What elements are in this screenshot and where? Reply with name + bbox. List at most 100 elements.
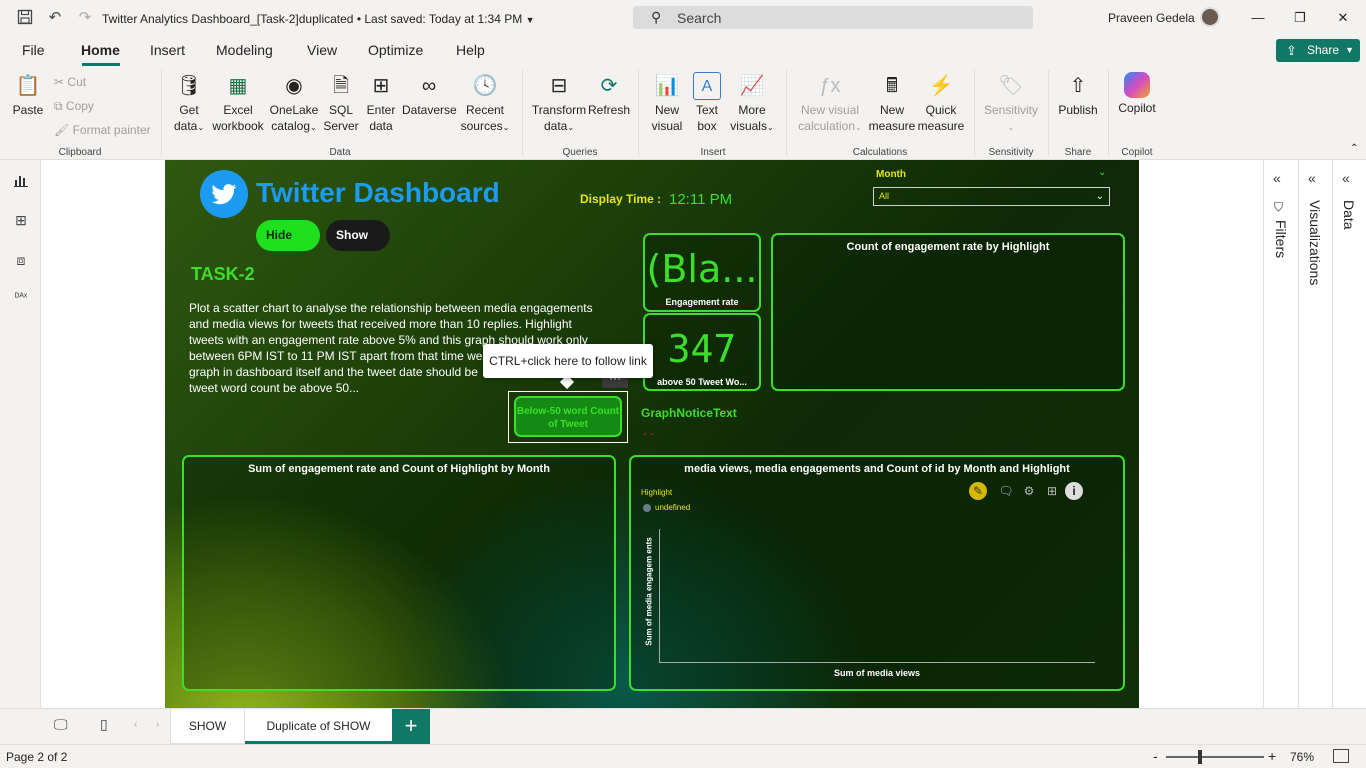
pencil-icon[interactable]: ✎ xyxy=(969,482,987,500)
zoom-slider-handle[interactable] xyxy=(1198,750,1202,764)
new-visual-button[interactable]: 📊 New visual xyxy=(646,72,688,134)
hide-button[interactable]: Hide xyxy=(256,220,320,251)
dax-query-view-icon[interactable]: ᴰᴬˣ xyxy=(12,292,30,310)
copy-button[interactable]: ⧉ Copy xyxy=(54,99,94,114)
status-bar: Page 2 of 2 - + 76% xyxy=(0,744,1366,768)
tab-help[interactable]: Help xyxy=(456,42,485,58)
user-name[interactable]: Praveen Gedela xyxy=(1108,11,1195,25)
previous-page-icon[interactable]: ‹ xyxy=(134,719,137,730)
new-visual-label-2: visual xyxy=(651,119,683,133)
new-measure-button[interactable]: 🖩 New measure xyxy=(868,72,916,134)
expand-visualizations-icon[interactable]: « xyxy=(1308,170,1316,186)
below-50-word-count-button[interactable]: Below-50 word Count of Tweet xyxy=(514,396,622,437)
transform-label-1: Transform xyxy=(531,103,587,117)
recent-sources-button[interactable]: 🕓 Recent sources⌄ xyxy=(458,72,512,136)
legend-item[interactable]: undefined xyxy=(655,503,690,512)
minimize-icon[interactable]: — xyxy=(1248,8,1268,28)
mobile-layout-icon[interactable]: ▯ xyxy=(100,716,108,733)
gear-icon[interactable]: ⚙ xyxy=(1020,482,1038,500)
data-pane[interactable]: « Data xyxy=(1332,160,1366,708)
close-icon[interactable]: ✕ xyxy=(1333,8,1353,28)
new-visual-calc-label-1: New visual xyxy=(800,103,860,117)
zoom-slider[interactable] xyxy=(1166,756,1264,758)
scatter-chart[interactable]: media views, media engagements and Count… xyxy=(629,455,1125,691)
show-button[interactable]: Show xyxy=(326,220,390,251)
quick-measure-button[interactable]: ⚡ Quick measure xyxy=(916,72,966,134)
visualizations-pane[interactable]: « Visualizations xyxy=(1298,160,1332,708)
chevron-down-icon[interactable]: ⌄ xyxy=(1098,167,1106,178)
add-page-button[interactable]: + xyxy=(392,709,430,744)
document-title[interactable]: Twitter Analytics Dashboard_[Task-2]dupl… xyxy=(102,12,535,26)
comment-icon[interactable]: 🗨 xyxy=(997,482,1015,500)
refresh-button[interactable]: ⟳ Refresh xyxy=(588,72,630,118)
text-box-button[interactable]: A Text box xyxy=(690,72,724,134)
expand-data-icon[interactable]: « xyxy=(1342,170,1350,186)
expand-filters-icon[interactable]: « xyxy=(1273,170,1281,186)
tab-file[interactable]: File xyxy=(22,42,45,58)
page-tab-duplicate-of-show[interactable]: Duplicate of SHOW xyxy=(245,709,392,744)
get-data-label-1: Get xyxy=(179,103,199,117)
copilot-button[interactable]: Copilot xyxy=(1114,72,1160,116)
undo-icon[interactable]: ↶ xyxy=(46,9,64,27)
share-button[interactable]: ⇪ Share ▼ xyxy=(1276,39,1360,62)
dataverse-icon: ∞ xyxy=(421,75,437,97)
enter-data-label-2: data xyxy=(369,119,393,133)
excel-label-1: Excel xyxy=(223,103,253,117)
data-label: Data xyxy=(1341,200,1357,230)
transform-data-button[interactable]: ⊟ Transform data⌄ xyxy=(530,72,588,136)
publish-button[interactable]: ⇧ Publish xyxy=(1056,72,1100,118)
filters-pane[interactable]: « ⛉ Filters xyxy=(1263,160,1298,708)
format-painter-button[interactable]: 🖌 Format painter xyxy=(54,123,151,137)
redo-icon[interactable]: ↷ xyxy=(76,9,94,27)
sensitivity-button[interactable]: 🏷 Sensitivity ⌄ xyxy=(982,72,1040,136)
tab-home[interactable]: Home xyxy=(81,42,120,58)
tab-view[interactable]: View xyxy=(307,42,337,58)
zoom-out-button[interactable]: - xyxy=(1153,748,1158,764)
recent-label-1: Recent xyxy=(465,103,505,117)
month-slicer-dropdown[interactable]: All ⌄ xyxy=(873,187,1110,206)
zoom-level[interactable]: 76% xyxy=(1290,750,1314,764)
next-page-icon[interactable]: › xyxy=(156,719,159,730)
cut-button[interactable]: ✂ Cut xyxy=(54,75,86,89)
avatar[interactable] xyxy=(1200,7,1220,27)
ribbon-divider xyxy=(1108,70,1109,156)
copy-icon: ⧉ xyxy=(54,99,63,113)
quick-measure-label-1: Quick xyxy=(925,103,957,117)
collapse-ribbon-icon[interactable]: ⌃ xyxy=(1350,143,1358,154)
graph-notice-text: - - xyxy=(643,428,654,440)
chevron-down-icon: ⌄ xyxy=(197,123,205,132)
page-tab-show[interactable]: SHOW xyxy=(170,709,245,744)
onelake-catalog-button[interactable]: ◉ OneLake catalog⌄ xyxy=(268,72,320,136)
tab-modeling[interactable]: Modeling xyxy=(216,42,273,58)
ribbon: 📋 Paste ✂ Cut ⧉ Copy 🖌 Format painter Cl… xyxy=(0,66,1366,160)
restore-icon[interactable]: ❐ xyxy=(1290,8,1310,28)
tab-insert[interactable]: Insert xyxy=(150,42,185,58)
engagement-by-highlight-chart[interactable]: Count of engagement rate by Highlight xyxy=(771,233,1125,391)
engagement-rate-card[interactable]: (Bla... Engagement rate xyxy=(643,233,761,312)
info-icon[interactable]: i xyxy=(1065,482,1083,500)
more-visuals-button[interactable]: 📈 More visuals⌄ xyxy=(726,72,778,136)
save-icon[interactable] xyxy=(16,9,34,27)
desktop-layout-icon[interactable]: 🖵 xyxy=(54,716,68,733)
chevron-down-icon[interactable]: ▼ xyxy=(526,15,535,25)
new-visual-calculation-button[interactable]: ƒx New visual calculation⌄ xyxy=(794,72,866,136)
report-view-icon[interactable] xyxy=(12,172,30,190)
fit-to-page-icon[interactable] xyxy=(1333,749,1349,763)
enter-data-button[interactable]: ⊞ Enter data xyxy=(362,72,400,134)
tab-optimize[interactable]: Optimize xyxy=(368,42,423,58)
ribbon-divider xyxy=(1048,70,1049,156)
zoom-in-button[interactable]: + xyxy=(1268,748,1276,764)
excel-workbook-button[interactable]: ▦ Excel workbook xyxy=(210,72,266,134)
paste-button[interactable]: 📋 Paste xyxy=(10,72,46,118)
dataverse-button[interactable]: ∞ Dataverse xyxy=(402,72,457,118)
search-box[interactable]: ⚲ Search xyxy=(633,6,1033,29)
more-visuals-label-2: visuals xyxy=(730,119,767,133)
get-data-button[interactable]: 🛢 Get data⌄ xyxy=(170,72,208,136)
month-slicer-label: Month xyxy=(876,169,906,180)
model-view-icon[interactable]: ⧈ xyxy=(12,252,30,270)
engagement-by-month-chart[interactable]: Sum of engagement rate and Count of High… xyxy=(182,455,616,691)
table-icon[interactable]: ⊞ xyxy=(1043,482,1061,500)
table-view-icon[interactable]: ⊞ xyxy=(12,212,30,230)
tweet-word-count-card[interactable]: 347 above 50 Tweet Wo... xyxy=(643,313,761,391)
sql-server-button[interactable]: 🗎 SQL Server xyxy=(322,72,360,134)
